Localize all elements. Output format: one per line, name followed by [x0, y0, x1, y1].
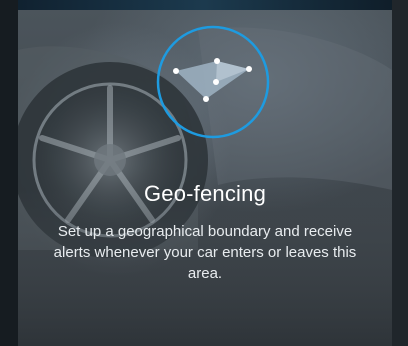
geo-fencing-feature-screen: Geo-fencing Set up a geographical bounda… [0, 0, 408, 346]
feature-card: Geo-fencing Set up a geographical bounda… [18, 10, 392, 346]
right-edge [392, 0, 408, 346]
feature-title: Geo-fencing [143, 181, 267, 206]
top-edge [0, 0, 408, 10]
geo-fence-polygon-icon [156, 25, 270, 139]
left-edge [0, 0, 18, 346]
feature-description: Set up a geographical boundary and recei… [53, 223, 357, 282]
